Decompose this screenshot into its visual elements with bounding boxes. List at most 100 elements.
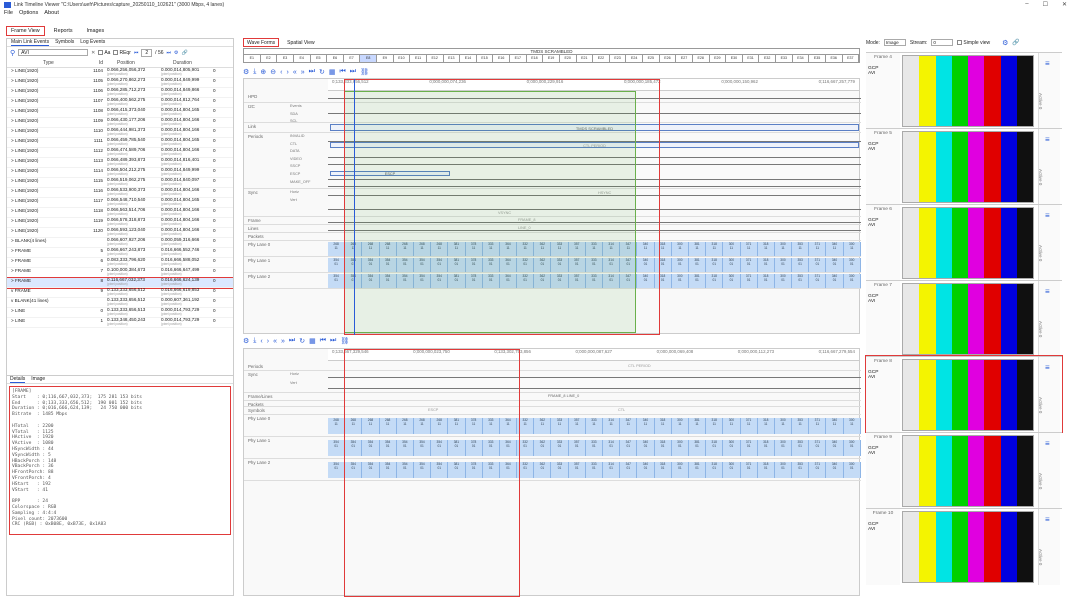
bus-cell[interactable]: E24: [626, 55, 643, 62]
tab-reports[interactable]: Reports: [49, 26, 78, 36]
last-page-icon[interactable]: ⏭: [167, 50, 172, 56]
frame-thumbnail[interactable]: Frame 9 GCP AVI ≡ Active 0: [866, 432, 1062, 509]
link-icon[interactable]: 🔗: [182, 50, 188, 56]
settings-icon[interactable]: ⚙: [243, 337, 249, 345]
bus-cell[interactable]: E14: [460, 55, 477, 62]
col-type[interactable]: Type: [7, 60, 87, 66]
refresh-icon[interactable]: ↻: [319, 68, 325, 76]
mode-select[interactable]: Image: [883, 39, 906, 46]
bus-overview[interactable]: TMDS SCRAMBLED E1 E2 E3 E4 E5 E6 E7 E8 E9 E10 E11 E…: [243, 48, 860, 63]
menu-file[interactable]: File: [4, 10, 13, 19]
gear-icon[interactable]: ⚙: [1002, 39, 1008, 47]
next-icon[interactable]: ›: [267, 338, 269, 345]
bus-cell[interactable]: E1: [244, 55, 261, 62]
bus-cell[interactable]: E29: [710, 55, 727, 62]
signal-row[interactable]: Periods INVALID CTL DATA VIDEO SSCP ESCP MAKE_O…: [244, 133, 861, 189]
col-position[interactable]: Position: [107, 60, 161, 66]
col-id[interactable]: Id: [87, 60, 107, 66]
rewind-icon[interactable]: «: [273, 338, 277, 345]
bus-cell[interactable]: E27: [676, 55, 693, 62]
tab-frame-view[interactable]: Frame View: [6, 26, 45, 36]
bus-cell[interactable]: E30: [726, 55, 743, 62]
next-icon[interactable]: ›: [286, 69, 288, 76]
regex-checkbox[interactable]: REqr: [113, 50, 131, 56]
bus-cell[interactable]: E23: [610, 55, 627, 62]
link-icon[interactable]: ⛓: [360, 68, 369, 76]
frame-thumbnail[interactable]: Frame 7 GCP AVI ≡ Active 0: [866, 280, 1062, 357]
chart-icon[interactable]: ▦: [309, 337, 316, 345]
zoom-in-icon[interactable]: ⊕: [260, 68, 266, 76]
bus-cell[interactable]: E18: [527, 55, 544, 62]
bus-cell[interactable]: E36: [826, 55, 843, 62]
search-input[interactable]: AVI: [18, 49, 89, 56]
prev-icon[interactable]: ‹: [260, 338, 262, 345]
match-case-checkbox[interactable]: Aa: [98, 50, 110, 56]
maximize-button[interactable]: ☐: [1043, 1, 1048, 8]
tab-images[interactable]: Images: [82, 26, 110, 36]
signal-row[interactable]: I2C Events SDA SCL: [244, 103, 861, 123]
page-input[interactable]: 2: [141, 48, 153, 57]
bus-cell[interactable]: E22: [593, 55, 610, 62]
bus-cell[interactable]: E3: [277, 55, 294, 62]
bus-cell[interactable]: E9: [377, 55, 394, 62]
bus-cell[interactable]: E16: [493, 55, 510, 62]
last-icon[interactable]: ⏭: [330, 337, 336, 345]
download-icon[interactable]: ⤓: [253, 68, 256, 76]
tab-log-events[interactable]: Log Events: [80, 39, 105, 46]
menu-icon[interactable]: ≡: [1045, 363, 1050, 372]
bus-cell[interactable]: E11: [410, 55, 427, 62]
cursor-line[interactable]: [354, 79, 355, 335]
bus-cell[interactable]: E35: [809, 55, 826, 62]
bus-cell[interactable]: E12: [427, 55, 444, 62]
signal-row[interactable]: Phy Lane 0 268 11 268 11 268 11 268 11 268 11 268 11…: [244, 241, 861, 257]
menu-icon[interactable]: ≡: [1045, 515, 1050, 524]
bus-cell[interactable]: E33: [776, 55, 793, 62]
bus-cell[interactable]: E34: [793, 55, 810, 62]
signal-row[interactable]: Frame/Lines FRAME_8 LINE_0: [244, 393, 861, 401]
bus-cell[interactable]: E15: [477, 55, 494, 62]
bus-cell[interactable]: E17: [510, 55, 527, 62]
clear-search-icon[interactable]: ✕: [91, 50, 95, 56]
signal-row[interactable]: Phy Lane 1 354 01 354 01 354 01 354 01 354 01 354 01…: [244, 437, 861, 459]
signal-row[interactable]: Packets: [244, 233, 861, 241]
bus-cell[interactable]: E6: [327, 55, 344, 62]
bus-cell[interactable]: E19: [543, 55, 560, 62]
zoom-out-icon[interactable]: ⊖: [270, 68, 276, 76]
bus-cell[interactable]: E4: [294, 55, 311, 62]
tab-wave-forms[interactable]: Wave Forms: [243, 38, 280, 47]
bus-cell[interactable]: E8: [360, 55, 377, 62]
jump-icon[interactable]: ⏭: [289, 337, 295, 345]
signal-row[interactable]: Sync Horiz Vert: [244, 371, 861, 393]
signal-row[interactable]: Phy Lane 2 354 01 354 01 354 01 354 01 354 01 354 01…: [244, 273, 861, 289]
jump-icon[interactable]: ⏭: [309, 68, 315, 76]
signal-row[interactable]: Lines LINE_0: [244, 225, 861, 233]
signal-row[interactable]: Frame FRAME_8: [244, 217, 861, 225]
signal-row[interactable]: Phy Lane 1 354 01 354 01 354 01 354 01 354 01 354 01…: [244, 257, 861, 273]
signal-row[interactable]: Phy Lane 2 354 01 354 01 354 01 354 01 354 01 354 01…: [244, 459, 861, 481]
first-page-icon[interactable]: ⏮: [134, 50, 139, 56]
bus-cell[interactable]: E31: [743, 55, 760, 62]
tab-main-link-events[interactable]: Main Link Events: [11, 39, 50, 46]
link-icon[interactable]: 🔗: [1012, 39, 1019, 46]
bus-cell[interactable]: E7: [344, 55, 361, 62]
signal-row[interactable]: Phy Lane 0 268 11 268 11 268 11 268 11 268 11 268 11…: [244, 415, 861, 437]
download-icon[interactable]: ⤓: [253, 337, 256, 345]
forward-icon[interactable]: »: [301, 69, 305, 76]
bus-cell[interactable]: E5: [311, 55, 328, 62]
menu-icon[interactable]: ≡: [1045, 439, 1050, 448]
minimize-button[interactable]: –: [1025, 1, 1028, 8]
frame-thumbnail[interactable]: Frame 5 GCP AVI ≡ Active 0: [866, 128, 1062, 205]
menu-about[interactable]: About: [44, 10, 59, 19]
gear-icon[interactable]: ⚙: [174, 50, 178, 56]
bus-cell[interactable]: E25: [643, 55, 660, 62]
bus-cell[interactable]: E13: [444, 55, 461, 62]
frame-thumbnail[interactable]: Frame 8 GCP AVI ≡ Active 0: [865, 355, 1063, 433]
rewind-icon[interactable]: «: [293, 69, 297, 76]
bus-cell[interactable]: E10: [394, 55, 411, 62]
bus-cell[interactable]: E20: [560, 55, 577, 62]
bus-cell[interactable]: E2: [261, 55, 278, 62]
table-row[interactable]: > LINE 1 0.133,348,450,243 (pixel position)…: [7, 317, 233, 328]
tab-symbols[interactable]: Symbols: [55, 39, 74, 46]
bottom-waveform[interactable]: 0;133,667,329,546 0;000,000,023,750 0;133,…: [243, 348, 861, 597]
col-duration[interactable]: Duration: [161, 60, 213, 66]
